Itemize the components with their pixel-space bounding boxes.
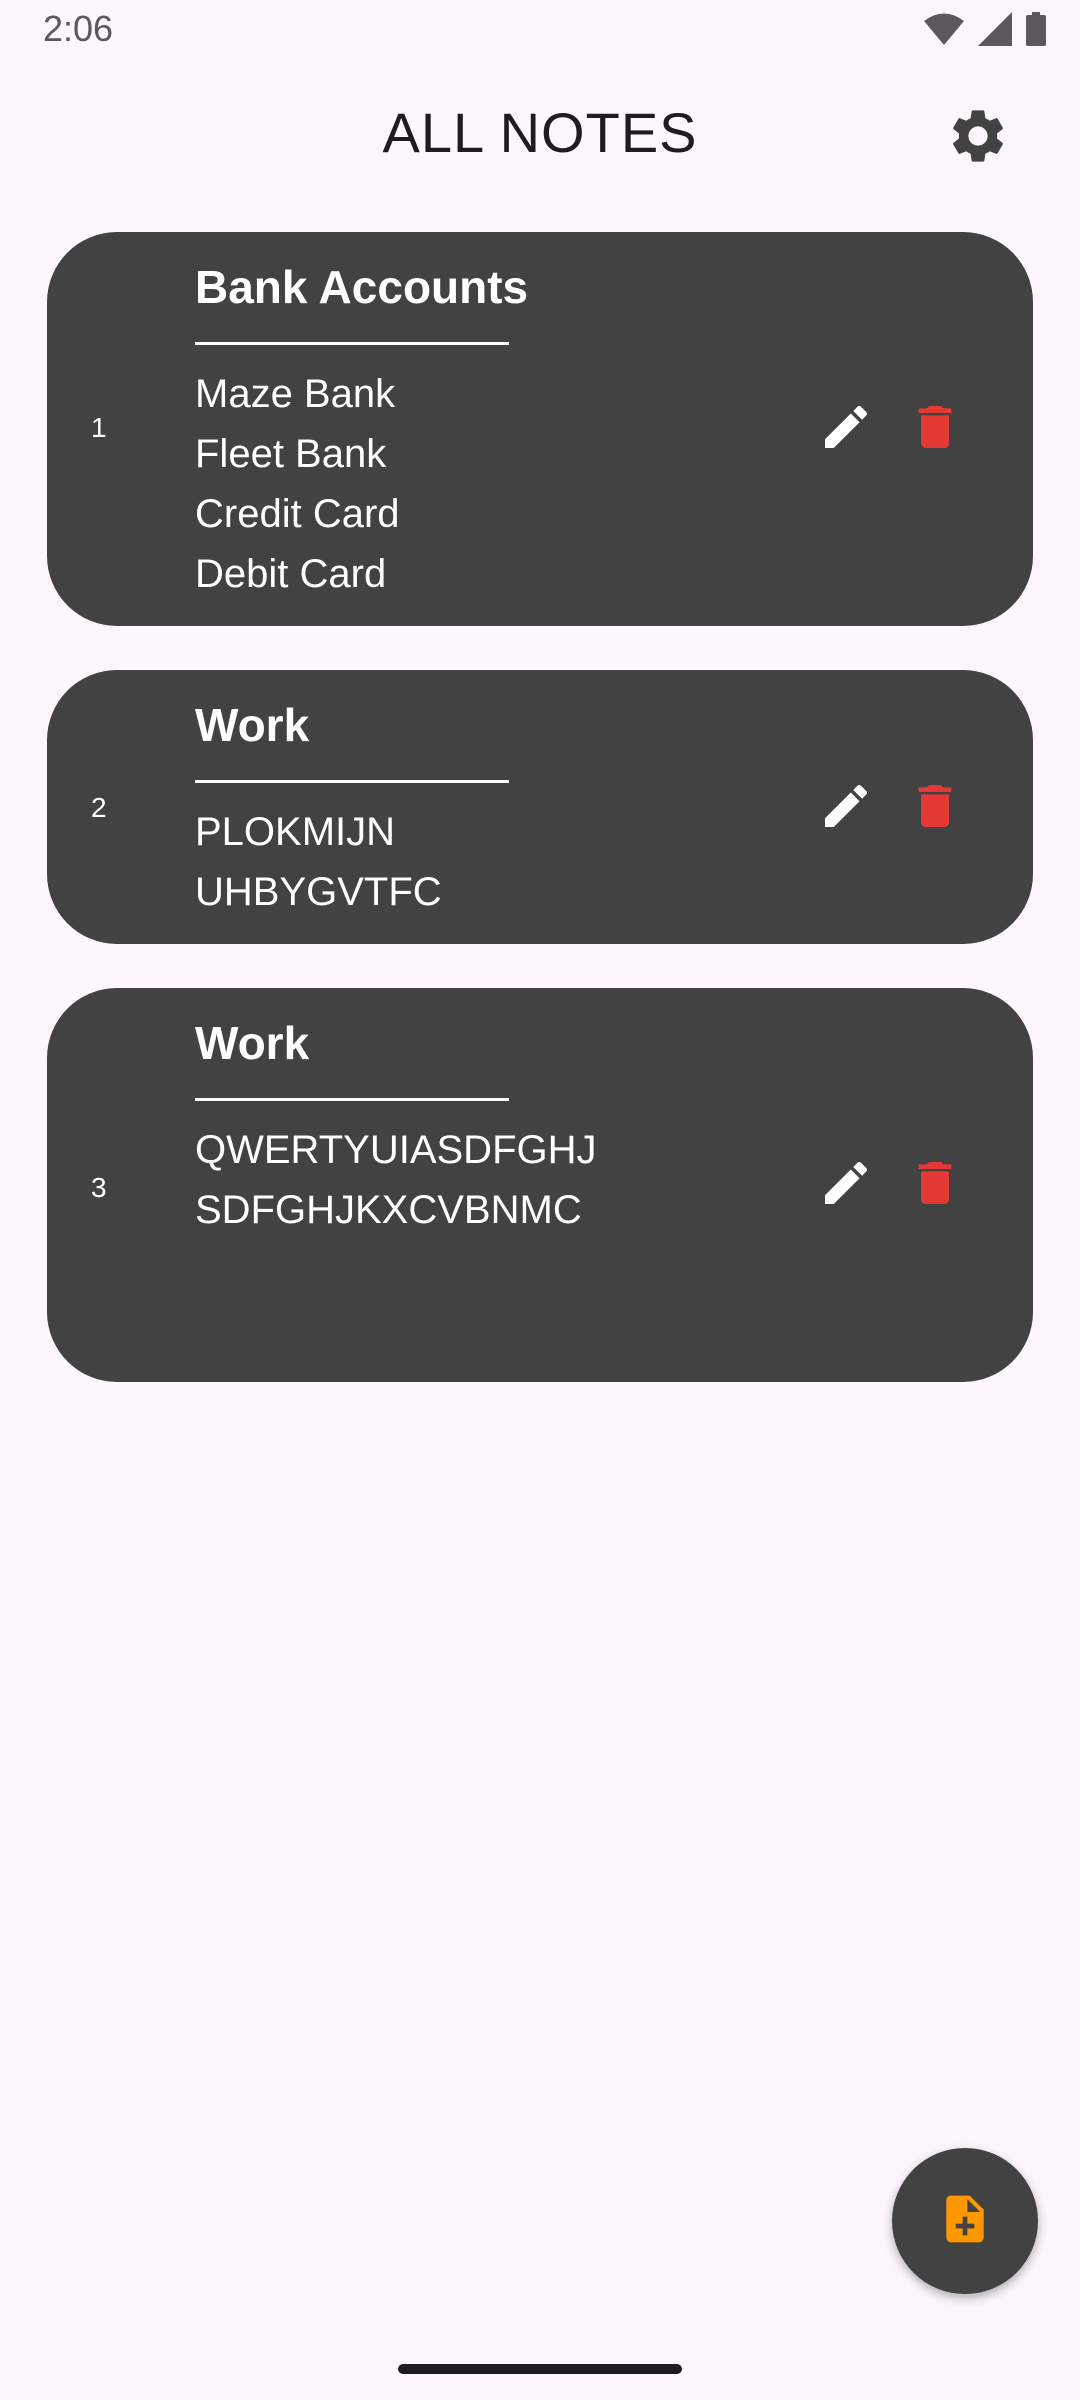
note-line: PLOKMIJN	[195, 810, 396, 854]
note-card[interactable]: 2 Work PLOKMIJN UHBYGVTFC	[47, 670, 1033, 944]
note-line: UHBYGVTFC	[195, 870, 442, 914]
note-number: 1	[91, 412, 107, 443]
trash-icon	[907, 1155, 963, 1216]
note-number: 2	[91, 792, 107, 823]
note-line: Credit Card	[195, 492, 400, 536]
status-icons	[924, 12, 1046, 51]
note-divider	[195, 1098, 509, 1101]
note-body: Maze Bank Fleet Bank Credit Card Debit C…	[195, 364, 400, 604]
note-line: QWERTYUIASDFGHJ	[195, 1128, 597, 1172]
home-indicator[interactable]	[398, 2364, 682, 2374]
note-divider	[195, 342, 509, 345]
note-card[interactable]: 3 Work QWERTYUIASDFGHJ SDFGHJKXCVBNMC	[47, 988, 1033, 1382]
delete-note-button[interactable]	[903, 397, 967, 461]
edit-note-button[interactable]	[814, 397, 878, 461]
note-number: 3	[91, 1172, 107, 1203]
note-title: Work	[195, 699, 310, 751]
note-line: Fleet Bank	[195, 432, 387, 476]
edit-note-button[interactable]	[814, 776, 878, 840]
delete-note-button[interactable]	[903, 776, 967, 840]
note-title: Bank Accounts	[195, 261, 529, 313]
note-title: Work	[195, 1017, 310, 1069]
status-time: 2:06	[43, 8, 114, 49]
battery-icon	[1026, 12, 1046, 51]
pencil-icon	[818, 399, 874, 460]
status-bar: 2:06	[0, 0, 1080, 60]
trash-icon	[907, 399, 963, 460]
note-line: Debit Card	[195, 552, 387, 596]
note-line: Maze Bank	[195, 372, 396, 416]
note-body: QWERTYUIASDFGHJ SDFGHJKXCVBNMC	[195, 1120, 597, 1240]
settings-button[interactable]	[944, 104, 1012, 172]
cellular-signal-icon	[978, 12, 1012, 51]
pencil-icon	[818, 1155, 874, 1216]
edit-note-button[interactable]	[814, 1153, 878, 1217]
note-body: PLOKMIJN UHBYGVTFC	[195, 802, 442, 922]
delete-note-button[interactable]	[903, 1153, 967, 1217]
note-divider	[195, 780, 509, 783]
wifi-icon	[924, 12, 964, 51]
note-line: SDFGHJKXCVBNMC	[195, 1188, 582, 1232]
gear-icon	[946, 104, 1010, 173]
note-card[interactable]: 1 Bank Accounts Maze Bank Fleet Bank Cre…	[47, 232, 1033, 626]
add-note-button[interactable]	[892, 2148, 1038, 2294]
trash-icon	[907, 778, 963, 839]
pencil-icon	[818, 778, 874, 839]
add-note-icon	[937, 2191, 993, 2252]
page-title: ALL NOTES	[382, 101, 698, 164]
